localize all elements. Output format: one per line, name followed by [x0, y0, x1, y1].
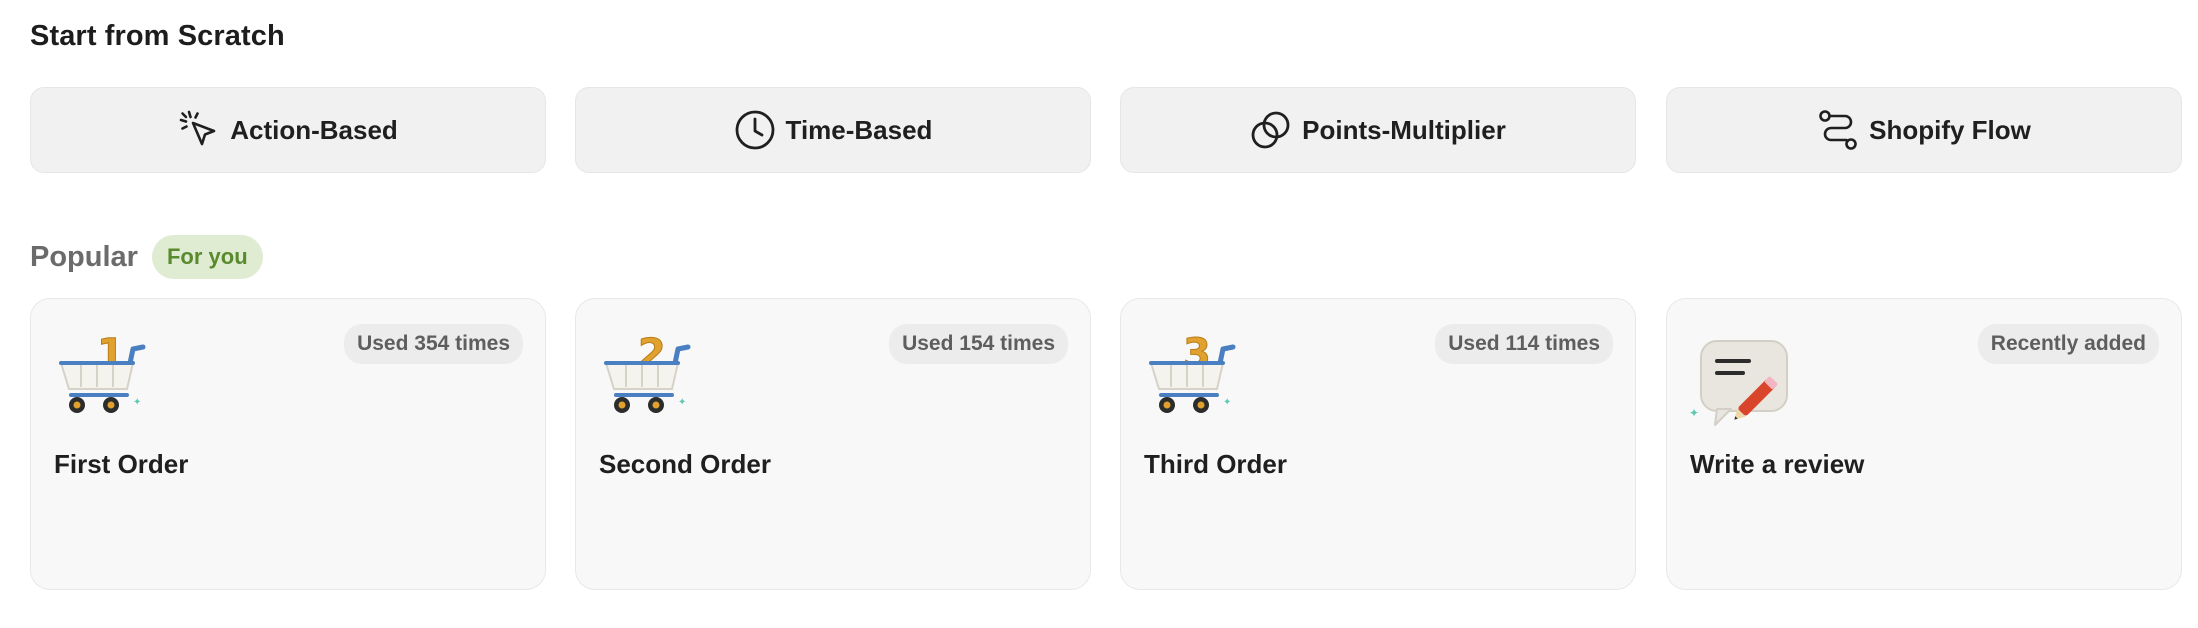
recently-added-badge: Recently added: [1977, 324, 2159, 364]
usage-badge: Used 114 times: [1435, 324, 1613, 364]
template-card-first-order[interactable]: Used 354 times 1 ✦ First Order: [30, 298, 546, 590]
overlapping-circles-icon: [1250, 109, 1292, 151]
svg-text:✦: ✦: [1689, 406, 1699, 420]
template-card-write-a-review[interactable]: Recently added ✦ Write a review: [1666, 298, 2182, 590]
shopify-flow-button[interactable]: Shopify Flow: [1666, 87, 2182, 173]
scratch-buttons-row: Action-Based Time-Based Points-Multiplie…: [30, 87, 2182, 173]
shopify-flow-label: Shopify Flow: [1869, 114, 2031, 145]
clock-icon: [734, 109, 776, 151]
cart-number-2-icon: 2 ✦: [596, 325, 700, 429]
svg-text:✦: ✦: [678, 397, 686, 408]
template-card-second-order[interactable]: Used 154 times 2 ✦ Second Order: [575, 298, 1091, 590]
time-based-button[interactable]: Time-Based: [575, 87, 1091, 173]
cart-number-3-icon: 3 ✦: [1141, 325, 1245, 429]
popular-header: Popular For you: [30, 234, 263, 280]
action-based-label: Action-Based: [230, 114, 398, 145]
time-based-label: Time-Based: [785, 114, 933, 145]
flow-path-icon: [1817, 109, 1859, 151]
svg-text:✦: ✦: [1223, 397, 1231, 408]
card-title: Third Order: [1144, 449, 1288, 479]
popular-heading: Popular: [30, 240, 138, 273]
points-multiplier-button[interactable]: Points-Multiplier: [1120, 87, 1636, 173]
points-multiplier-label: Points-Multiplier: [1302, 114, 1506, 145]
cart-number-1-icon: 1 ✦: [51, 325, 155, 429]
review-bubble-pencil-icon: ✦: [1687, 325, 1791, 429]
card-title: First Order: [54, 449, 189, 479]
popular-cards-row: Used 354 times 1 ✦ First Order Used 154 …: [30, 298, 2182, 590]
card-title: Write a review: [1690, 449, 1865, 479]
start-from-scratch-heading: Start from Scratch: [30, 20, 285, 52]
template-card-third-order[interactable]: Used 114 times 3 ✦ Third Order: [1120, 298, 1636, 590]
usage-badge: Used 354 times: [344, 324, 523, 364]
card-title: Second Order: [599, 449, 771, 479]
action-based-button[interactable]: Action-Based: [30, 87, 546, 173]
usage-badge: Used 154 times: [889, 324, 1068, 364]
svg-text:✦: ✦: [133, 397, 141, 408]
cursor-click-icon: [178, 109, 220, 151]
for-you-badge: For you: [151, 235, 263, 279]
